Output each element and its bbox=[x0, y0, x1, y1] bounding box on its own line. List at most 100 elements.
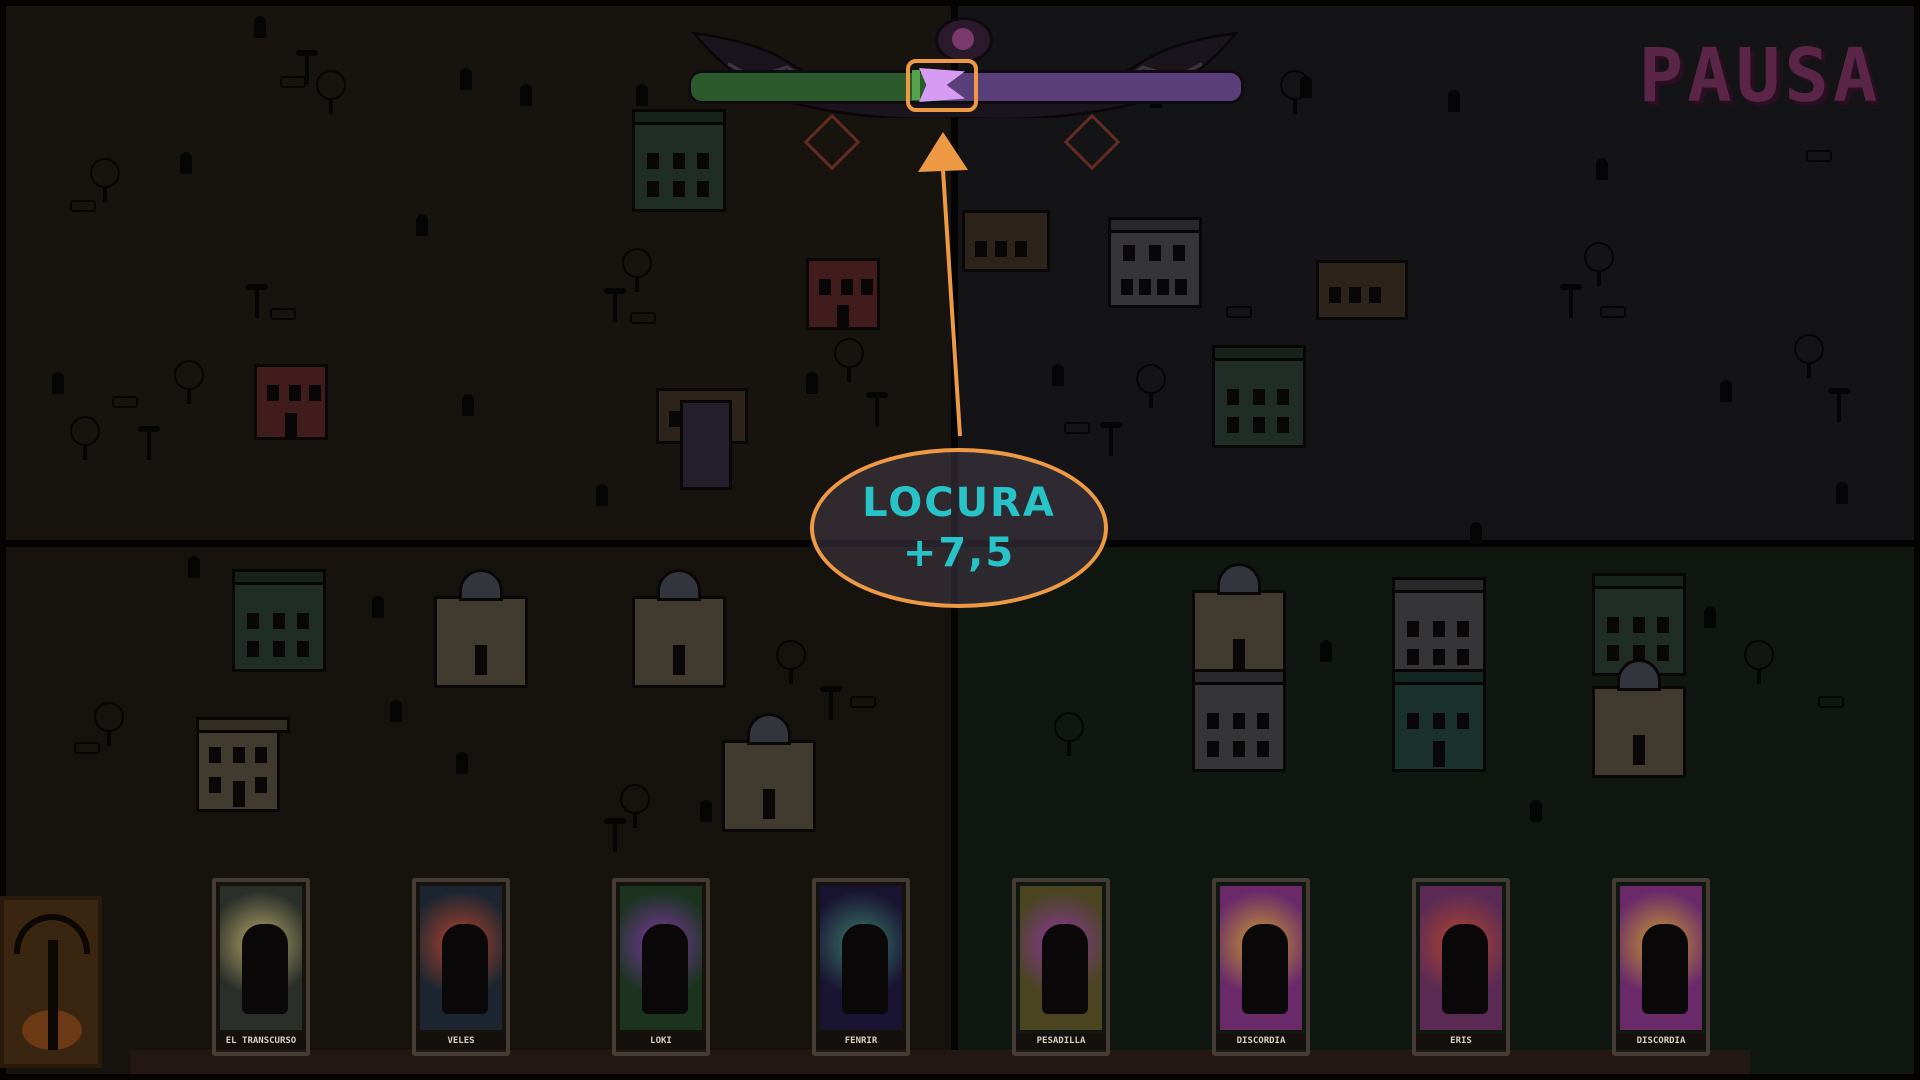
tree-silhouette bbox=[776, 640, 806, 684]
card-art bbox=[820, 886, 902, 1030]
bench-silhouette bbox=[1818, 696, 1844, 708]
building-white-house[interactable] bbox=[1108, 217, 1202, 308]
card-figure-icon bbox=[1242, 924, 1288, 1014]
citizen-silhouette bbox=[460, 68, 472, 90]
card-art bbox=[420, 886, 502, 1030]
citizen-silhouette bbox=[1448, 90, 1460, 112]
citizen-silhouette bbox=[1052, 364, 1064, 386]
lamppost-silhouette bbox=[1828, 388, 1850, 422]
building-red-house[interactable] bbox=[254, 364, 328, 440]
pause-label: PAUSA bbox=[1638, 33, 1882, 119]
card-name: DISCORDIA bbox=[1216, 1033, 1306, 1049]
bench-silhouette bbox=[1600, 306, 1626, 318]
card-name: DISCORDIA bbox=[1616, 1033, 1706, 1049]
card-figure-icon bbox=[242, 924, 288, 1014]
card-name: LOKI bbox=[616, 1033, 706, 1049]
meter-madness-fill bbox=[944, 73, 1241, 101]
citizen-silhouette bbox=[1320, 640, 1332, 662]
tree-silhouette bbox=[1794, 334, 1824, 378]
citizen-silhouette bbox=[416, 214, 428, 236]
citizen-silhouette bbox=[1720, 380, 1732, 402]
card-name: EL TRANSCURSO bbox=[216, 1033, 306, 1049]
card-figure-icon bbox=[1042, 924, 1088, 1014]
tree-silhouette bbox=[1136, 364, 1166, 408]
building-palace[interactable] bbox=[232, 569, 326, 672]
card-name: VELES bbox=[416, 1033, 506, 1049]
tarot-card[interactable]: FENRIR bbox=[812, 878, 910, 1056]
citizen-silhouette bbox=[1596, 158, 1608, 180]
lamppost-silhouette bbox=[1560, 284, 1582, 318]
bench-silhouette bbox=[270, 308, 296, 320]
citizen-silhouette bbox=[372, 596, 384, 618]
building-townhall[interactable] bbox=[962, 210, 1050, 272]
building-red-house[interactable] bbox=[806, 258, 880, 330]
card-art bbox=[1620, 886, 1702, 1030]
card-art bbox=[1020, 886, 1102, 1030]
building-cathedral[interactable] bbox=[722, 713, 816, 832]
tree-silhouette bbox=[622, 248, 652, 292]
citizen-silhouette bbox=[188, 556, 200, 578]
building-townhall[interactable] bbox=[1316, 260, 1408, 320]
citizen-silhouette bbox=[1530, 800, 1542, 822]
citizen-silhouette bbox=[1836, 482, 1848, 504]
game-screen: LOCURA +7,5 PAUSA EL TRANSCURSO VELES LOKI… bbox=[0, 0, 1920, 1080]
tree-silhouette bbox=[1584, 242, 1614, 286]
tree-silhouette bbox=[174, 360, 204, 404]
tarot-card[interactable]: LOKI bbox=[612, 878, 710, 1056]
citizen-silhouette bbox=[180, 152, 192, 174]
building-palace[interactable] bbox=[1212, 345, 1306, 448]
tree-silhouette bbox=[1054, 712, 1084, 756]
tarot-card[interactable]: ERIS bbox=[1412, 878, 1510, 1056]
card-art bbox=[220, 886, 302, 1030]
card-figure-icon bbox=[1442, 924, 1488, 1014]
citizen-silhouette bbox=[806, 372, 818, 394]
lamppost-silhouette bbox=[604, 288, 626, 322]
card-art bbox=[1220, 886, 1302, 1030]
tarot-card[interactable]: DISCORDIA bbox=[1212, 878, 1310, 1056]
building-cathedral[interactable] bbox=[1592, 659, 1686, 778]
citizen-silhouette bbox=[596, 484, 608, 506]
tarot-card[interactable]: EL TRANSCURSO bbox=[212, 878, 310, 1056]
card-placed-on-map[interactable] bbox=[680, 400, 732, 490]
building-manor[interactable] bbox=[196, 717, 290, 812]
bench-silhouette bbox=[1806, 150, 1832, 162]
tarot-card[interactable]: PESADILLA bbox=[1012, 878, 1110, 1056]
building-white-house[interactable] bbox=[1192, 669, 1286, 772]
tree-silhouette bbox=[90, 158, 120, 202]
madness-gain-callout: LOCURA +7,5 bbox=[810, 448, 1108, 608]
tarot-card[interactable]: VELES bbox=[412, 878, 510, 1056]
card-art bbox=[620, 886, 702, 1030]
citizen-silhouette bbox=[520, 84, 532, 106]
bench-silhouette bbox=[74, 742, 100, 754]
bench-silhouette bbox=[1064, 422, 1090, 434]
lamppost-silhouette bbox=[296, 50, 318, 84]
building-cathedral[interactable] bbox=[632, 569, 726, 688]
bench-silhouette bbox=[1226, 306, 1252, 318]
card-figure-icon bbox=[642, 924, 688, 1014]
citizen-silhouette bbox=[1470, 522, 1482, 544]
meter-pointer-highlight bbox=[906, 59, 978, 112]
bench-silhouette bbox=[850, 696, 876, 708]
citizen-silhouette bbox=[1704, 606, 1716, 628]
building-cathedral[interactable] bbox=[434, 569, 528, 688]
citizen-silhouette bbox=[462, 394, 474, 416]
deck-card-back-icon[interactable] bbox=[0, 896, 102, 1068]
citizen-silhouette bbox=[456, 752, 468, 774]
pause-button[interactable]: PAUSA bbox=[1638, 33, 1882, 119]
card-art bbox=[1420, 886, 1502, 1030]
card-name: PESADILLA bbox=[1016, 1033, 1106, 1049]
building-palace[interactable] bbox=[632, 109, 726, 212]
lamppost-silhouette bbox=[820, 686, 842, 720]
bench-silhouette bbox=[112, 396, 138, 408]
card-figure-icon bbox=[842, 924, 888, 1014]
lamppost-silhouette bbox=[604, 818, 626, 852]
card-figure-icon bbox=[1642, 924, 1688, 1014]
building-teal-house[interactable] bbox=[1392, 669, 1486, 772]
eye-icon bbox=[935, 17, 993, 63]
building-white-house[interactable] bbox=[1392, 577, 1486, 680]
citizen-silhouette bbox=[254, 16, 266, 38]
tarot-card[interactable]: DISCORDIA bbox=[1612, 878, 1710, 1056]
bench-silhouette bbox=[70, 200, 96, 212]
citizen-silhouette bbox=[390, 700, 402, 722]
tree-silhouette bbox=[834, 338, 864, 382]
